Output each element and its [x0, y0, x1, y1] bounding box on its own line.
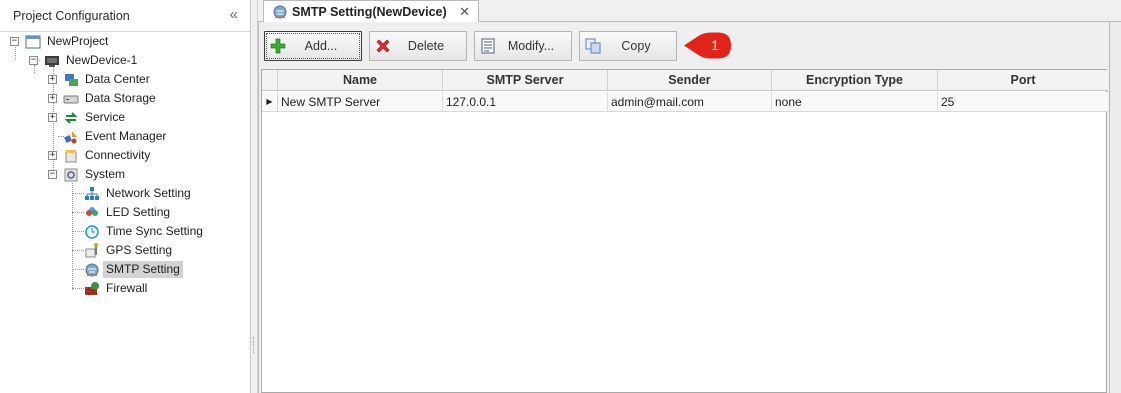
gps-icon [84, 242, 100, 259]
column-header-smtp-server[interactable]: SMTP Server [443, 70, 608, 91]
tab-smtp-setting[interactable]: SMTP Setting(NewDevice) ✕ [263, 0, 479, 23]
tree-connector [72, 212, 84, 213]
toolbar: Add... Delete Modify... Copy 1 [259, 22, 1109, 68]
firewall-icon [84, 281, 100, 297]
cell-smtp-server[interactable]: 127.0.0.1 [443, 92, 608, 112]
system-icon [63, 167, 79, 183]
tree-label: System [85, 167, 126, 181]
tree-item-connectivity[interactable]: + Connectivity [48, 146, 153, 165]
tab-title: SMTP Setting(NewDevice) [292, 5, 447, 19]
tree-node-device[interactable]: − NewDevice-1 [29, 51, 140, 70]
tree-connector [72, 193, 84, 194]
tree-item-smtp-setting[interactable]: SMTP Setting [84, 260, 183, 279]
row-indicator-header [262, 70, 278, 91]
expand-toggle[interactable]: + [48, 151, 57, 160]
tree-label: SMTP Setting [103, 261, 183, 278]
tree-label: Event Manager [85, 129, 167, 143]
expand-toggle[interactable]: + [48, 75, 57, 84]
tree-item-data-center[interactable]: + Data Center [48, 70, 153, 89]
column-header-encryption-type[interactable]: Encryption Type [772, 70, 938, 91]
column-header-sender[interactable]: Sender [608, 70, 772, 91]
grid-header: Name SMTP Server Sender Encryption Type … [262, 70, 1108, 91]
add-button[interactable]: Add... [264, 31, 362, 61]
tree-item-data-storage[interactable]: + Data Storage [48, 89, 159, 108]
panel-title: Project Configuration [13, 8, 130, 23]
modify-button[interactable]: Modify... [474, 31, 572, 61]
plus-icon [270, 38, 286, 54]
service-icon [63, 110, 79, 126]
tree-label: Firewall [106, 281, 148, 295]
tree-item-firewall[interactable]: Firewall [84, 279, 150, 298]
tree-connector [72, 183, 73, 290]
panel-splitter[interactable] [251, 0, 258, 393]
tree-node-project[interactable]: − NewProject [10, 32, 111, 51]
data-center-icon [63, 72, 79, 88]
callout-arrow-shape: 1 [684, 32, 731, 59]
expand-toggle[interactable]: + [48, 113, 57, 122]
tree-label: Network Setting [106, 186, 191, 200]
delete-button[interactable]: Delete [369, 31, 467, 61]
callout-number: 1 [711, 37, 719, 53]
tree-item-network-setting[interactable]: Network Setting [84, 184, 194, 203]
column-header-name[interactable]: Name [278, 70, 443, 91]
current-row-indicator-icon: ▶ [262, 92, 278, 112]
collapse-toggle[interactable]: − [48, 170, 57, 179]
splitter-grip[interactable] [253, 337, 255, 353]
tree-label: Connectivity [85, 148, 151, 162]
delete-x-icon [375, 38, 391, 54]
cell-sender[interactable]: admin@mail.com [608, 92, 772, 112]
cell-encryption-type[interactable]: none [772, 92, 938, 112]
tree-item-system[interactable]: − System [48, 165, 128, 184]
collapse-toggle[interactable]: − [10, 37, 19, 46]
connectivity-icon [63, 148, 79, 164]
smtp-setting-page: Add... Delete Modify... Copy 1 Name SMTP… [258, 22, 1110, 393]
smtp-icon [272, 4, 288, 20]
close-tab-icon[interactable]: ✕ [459, 4, 470, 20]
tree-label: LED Setting [106, 205, 171, 219]
tree-label-device: NewDevice-1 [66, 53, 138, 67]
expand-toggle[interactable]: + [48, 94, 57, 103]
event-manager-icon [63, 129, 79, 145]
tree-connector [72, 250, 84, 251]
tree-label: Data Storage [85, 91, 156, 105]
project-configuration-panel: Project Configuration « − NewProject − N… [0, 0, 251, 393]
collapse-toggle[interactable]: − [29, 56, 38, 65]
smtp-icon [84, 262, 100, 278]
panel-header: Project Configuration « [0, 0, 250, 32]
tree-connector [72, 288, 84, 289]
tree-label: Time Sync Setting [106, 224, 203, 238]
cell-port[interactable]: 25 [938, 92, 1108, 112]
device-icon [44, 53, 60, 69]
led-icon [84, 205, 100, 221]
document-tabstrip: SMTP Setting(NewDevice) ✕ [258, 0, 1121, 23]
edit-form-icon [480, 38, 496, 54]
clock-icon [84, 224, 100, 240]
cell-name[interactable]: New SMTP Server [278, 92, 443, 112]
tree-item-time-sync-setting[interactable]: Time Sync Setting [84, 222, 206, 241]
tree-item-service[interactable]: + Service [48, 108, 128, 127]
callout-badge: 1 [683, 32, 732, 59]
tree-item-gps-setting[interactable]: GPS Setting [84, 241, 175, 260]
data-storage-icon [63, 91, 79, 107]
column-header-port[interactable]: Port [938, 70, 1108, 91]
right-edge-strip [1110, 22, 1121, 393]
tree-connector [72, 231, 84, 232]
tree-item-event-manager[interactable]: Event Manager [63, 127, 169, 146]
table-row[interactable]: ▶ New SMTP Server 127.0.0.1 admin@mail.c… [262, 92, 1108, 112]
tree-label-project: NewProject [47, 34, 109, 48]
project-window-icon [25, 34, 41, 50]
copy-icon [585, 38, 601, 54]
collapse-panel-icon[interactable]: « [230, 7, 238, 23]
tree-label: Service [85, 110, 126, 124]
tree-connector [72, 269, 84, 270]
tree-item-led-setting[interactable]: LED Setting [84, 203, 173, 222]
smtp-server-grid: Name SMTP Server Sender Encryption Type … [261, 69, 1108, 393]
tree-label: GPS Setting [106, 243, 173, 257]
network-icon [84, 186, 100, 202]
copy-button[interactable]: Copy [579, 31, 677, 61]
tree-label: Data Center [85, 72, 150, 86]
